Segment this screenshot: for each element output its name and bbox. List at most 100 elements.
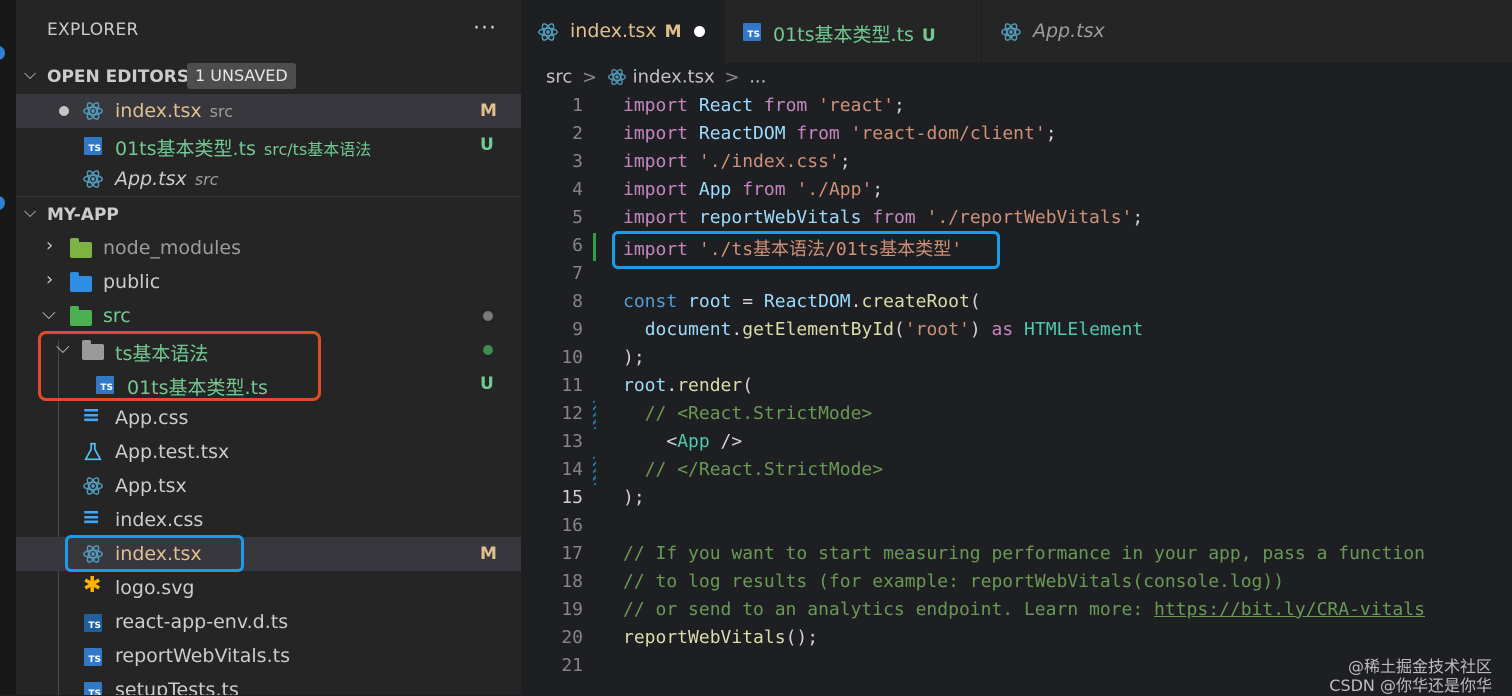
open-editor-item[interactable]: index.tsx src M xyxy=(16,94,521,128)
changes-dot-icon xyxy=(483,311,493,321)
code-line[interactable]: document.getElementById('root') as HTMLE… xyxy=(623,319,1144,340)
tree-file[interactable]: ≡ index.css xyxy=(16,503,521,537)
open-editors-title: OPEN EDITORS xyxy=(47,67,190,87)
code-line[interactable]: import ReactDOM from 'react-dom/client'; xyxy=(623,123,1057,144)
code-line[interactable]: // <React.StrictMode> xyxy=(623,403,873,424)
code-line[interactable]: reportWebVitals(); xyxy=(623,627,818,648)
line-number: 3 xyxy=(572,151,583,172)
typescript-icon: TS xyxy=(84,137,102,155)
react-icon xyxy=(83,170,103,188)
tab-index-tsx[interactable]: index.tsx M xyxy=(521,0,724,63)
breadcrumb-separator: > xyxy=(582,66,598,88)
tree-file[interactable]: App.tsx xyxy=(16,469,521,503)
chevron-right-icon: › xyxy=(46,269,54,290)
code-line[interactable]: // If you want to start measuring perfor… xyxy=(623,543,1425,564)
code-line[interactable]: <App /> xyxy=(623,431,742,452)
open-editor-item[interactable]: App.tsx src xyxy=(16,162,521,196)
code-line[interactable]: root.render( xyxy=(623,375,753,396)
open-editor-name: index.tsx src xyxy=(115,100,233,122)
tab-app-tsx[interactable]: App.tsx xyxy=(981,0,1168,63)
modified-status: M xyxy=(480,544,497,564)
tab-label: App.tsx xyxy=(1033,20,1105,42)
code-line[interactable]: import './index.css'; xyxy=(623,151,851,172)
tree-item-name: setupTests.ts xyxy=(115,679,239,695)
test-flask-icon xyxy=(84,442,102,461)
react-icon xyxy=(538,23,558,41)
untracked-status: U xyxy=(480,135,494,155)
breadcrumb-part[interactable]: src xyxy=(546,67,572,88)
react-icon xyxy=(1001,23,1021,41)
chevron-down-icon: ⌵ xyxy=(42,303,56,324)
code-line[interactable]: // </React.StrictMode> xyxy=(623,459,883,480)
chevron-down-icon: ⌵ xyxy=(24,64,37,83)
src-folder-icon xyxy=(70,306,92,326)
tree-folder[interactable]: ⌵ src xyxy=(16,299,521,333)
editor-tab-bar: index.tsx M TS 01ts基本类型.ts U App.tsx xyxy=(521,0,1512,63)
tree-file[interactable]: TS reportWebVitals.ts xyxy=(16,639,521,673)
line-number: 8 xyxy=(572,291,583,312)
breadcrumb-part[interactable]: index.tsx xyxy=(633,67,715,88)
code-editor[interactable]: 1 import React from 'react'; 2 import React… xyxy=(521,93,1512,695)
typescript-icon: TS xyxy=(84,682,102,695)
project-header[interactable]: ⌵ MY-APP xyxy=(16,197,521,231)
code-line[interactable]: ); xyxy=(623,487,645,508)
code-line[interactable]: import reportWebVitals from './reportWeb… xyxy=(623,207,1143,228)
breadcrumb[interactable]: src > index.tsx > ... xyxy=(546,66,766,88)
typescript-icon: TS xyxy=(743,23,761,41)
code-line[interactable]: import App from './App'; xyxy=(623,179,883,200)
line-number: 19 xyxy=(561,599,583,620)
tree-item-name: App.tsx xyxy=(115,475,187,497)
tab-01ts[interactable]: TS 01ts基本类型.ts U xyxy=(724,0,982,63)
line-number: 4 xyxy=(572,179,583,200)
open-editor-name: App.tsx src xyxy=(115,168,219,190)
line-number: 9 xyxy=(572,319,583,340)
code-line[interactable]: // or send to an analytics endpoint. Lea… xyxy=(623,599,1425,620)
line-number: 5 xyxy=(572,207,583,228)
tree-file[interactable]: ✱ logo.svg xyxy=(16,571,521,605)
watermark-csdn: CSDN @你华还是你华 xyxy=(1329,676,1492,695)
project-title: MY-APP xyxy=(47,205,119,225)
unsaved-dot-icon[interactable] xyxy=(694,26,705,37)
tree-file[interactable]: ≡ App.css xyxy=(16,401,521,435)
line-number: 12 xyxy=(561,403,583,424)
activity-badge[interactable] xyxy=(0,46,5,60)
more-actions-icon[interactable]: ··· xyxy=(473,16,497,41)
typescript-def-icon: TS xyxy=(84,614,102,632)
changed-line-marker xyxy=(593,401,596,429)
code-line[interactable]: // to log results (for example: reportWe… xyxy=(623,571,1284,592)
tab-label: 01ts基本类型.ts U xyxy=(773,24,936,46)
breadcrumb-part[interactable]: ... xyxy=(749,67,766,88)
changes-dot-icon xyxy=(483,345,493,355)
activity-bar-edge xyxy=(0,0,16,695)
changed-line-marker xyxy=(593,457,596,485)
svg-asterisk-icon: ✱ xyxy=(83,573,102,598)
code-line[interactable]: import React from 'react'; xyxy=(623,95,905,116)
tree-file[interactable]: TS setupTests.ts xyxy=(16,673,521,695)
highlight-box-index xyxy=(65,535,244,572)
tree-folder[interactable]: › node_modules xyxy=(16,231,521,265)
public-folder-icon xyxy=(70,272,92,292)
code-line[interactable]: ); xyxy=(623,347,645,368)
code-line[interactable]: const root = ReactDOM.createRoot( xyxy=(623,291,981,312)
tree-item-name: react-app-env.d.ts xyxy=(115,611,289,633)
line-number: 17 xyxy=(561,543,583,564)
line-number: 18 xyxy=(561,571,583,592)
css-icon: ≡ xyxy=(82,403,101,428)
unsaved-dot-icon[interactable] xyxy=(59,106,69,116)
line-number: 21 xyxy=(561,655,583,676)
tree-item-name: App.test.tsx xyxy=(115,441,230,463)
line-number: 6 xyxy=(572,235,583,256)
activity-badge[interactable] xyxy=(0,196,5,210)
typescript-icon: TS xyxy=(84,648,102,666)
line-number: 7 xyxy=(572,263,583,284)
tree-folder[interactable]: › public xyxy=(16,265,521,299)
open-editors-header[interactable]: ⌵ OPEN EDITORS 1 UNSAVED xyxy=(16,59,521,93)
line-number: 11 xyxy=(561,375,583,396)
tree-item-name: src xyxy=(103,305,131,327)
css-icon: ≡ xyxy=(82,505,101,530)
added-line-marker xyxy=(593,233,596,261)
open-editor-item[interactable]: TS 01ts基本类型.ts src/ts基本语法 U xyxy=(16,128,521,162)
tree-file[interactable]: App.test.tsx xyxy=(16,435,521,469)
tree-file[interactable]: TS react-app-env.d.ts xyxy=(16,605,521,639)
tree-item-name: node_modules xyxy=(103,237,242,259)
